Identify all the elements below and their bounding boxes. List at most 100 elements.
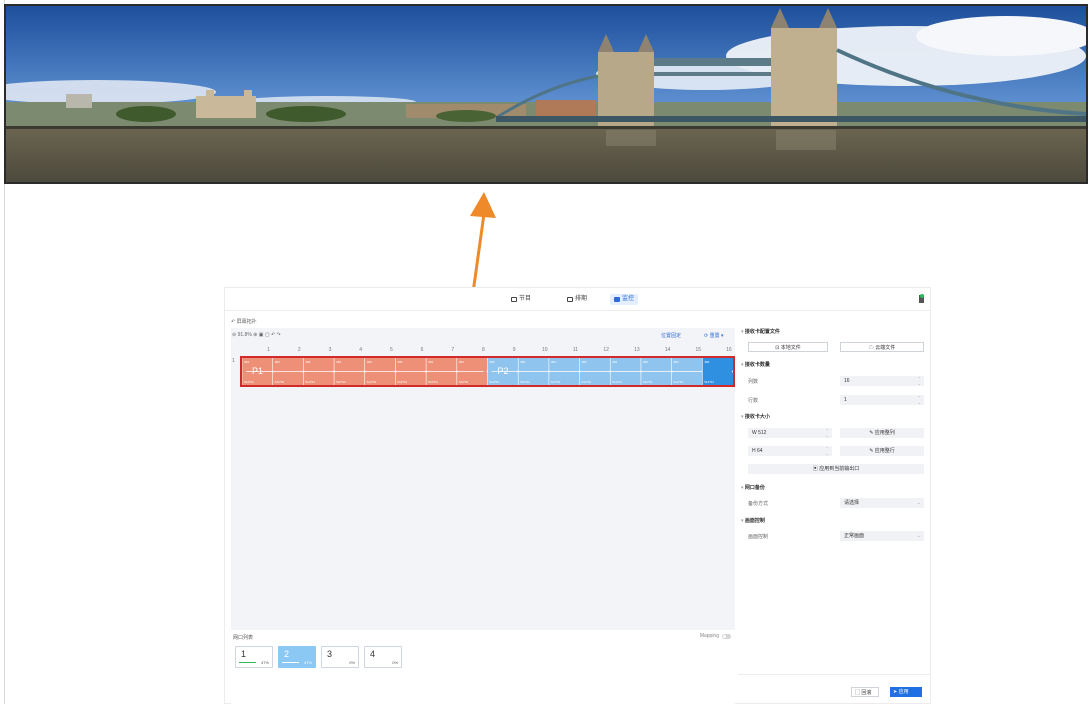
picture-control-select[interactable]: 正常画面 ⌄: [840, 531, 924, 541]
rows-input[interactable]: 1 ⌃ ⌄: [840, 395, 924, 405]
apply-column-button[interactable]: ✎ 应用整列: [840, 428, 924, 438]
cloud-file-label: 云端文件: [875, 345, 896, 351]
output-progress-bar: [282, 662, 299, 663]
receiver-card-strip[interactable]: 384 512*64 384 512*64 384 512*64 384 512*64 384 5…: [240, 356, 735, 387]
apply-row-label: 应用整行: [874, 448, 895, 454]
ruler-column-label: 16: [726, 347, 732, 353]
output-card-3[interactable]: 3 0%: [321, 646, 359, 668]
tab-schedule-label: 排期: [575, 296, 588, 302]
ruler-column-label: 6: [420, 347, 424, 353]
receiver-card-size-label: 512*64: [397, 380, 407, 384]
monitor-icon: [511, 297, 517, 302]
picture-control-value: 正常画面: [844, 533, 865, 539]
panel-toggle-icon[interactable]: [919, 294, 924, 303]
local-file-label: 本地文件: [780, 345, 801, 351]
rows-value: 1: [844, 397, 847, 403]
arrow-head: [470, 192, 496, 218]
mapping-label: Mapping: [699, 633, 719, 639]
backup-mode-select[interactable]: 请选择 ⌄: [840, 498, 924, 508]
width-value: W 512: [752, 430, 767, 436]
output-progress-bar: [239, 662, 256, 663]
rollback-button[interactable]: ▢ 回滚: [851, 687, 879, 697]
ruler-column-label: 15: [695, 347, 702, 353]
apply-button[interactable]: ➤ 应用: [890, 687, 922, 697]
output-card-4[interactable]: 4 0%: [364, 646, 402, 668]
picture-section-title: 画面控制: [741, 517, 765, 524]
back-link[interactable]: ↶ 屏幕拓扑: [231, 318, 257, 325]
tab-schedule[interactable]: 排期: [563, 294, 591, 305]
output-card-1[interactable]: 1 47%: [235, 646, 273, 668]
apply-output-label: 应用到当前输出口: [819, 466, 860, 472]
tab-monitor-label: 监控: [622, 296, 635, 302]
width-stepper-icon[interactable]: ⌃ ⌄: [826, 428, 829, 438]
backup-mode-label: 备份方式: [748, 501, 769, 507]
mapping-toggle[interactable]: [722, 633, 731, 639]
output-number: 2: [284, 649, 290, 659]
cols-input[interactable]: 16 ⌃ ⌄: [840, 376, 924, 386]
output-number: 3: [327, 649, 333, 659]
cols-stepper-icon[interactable]: ⌃ ⌄: [918, 376, 921, 386]
receiver-card-grid: 384 512*64 384 512*64 384 512*64 384 512*64 384 5…: [242, 358, 733, 385]
output-port-list: 网口列表 Mapping 1 47% 2 47% 3 0% 4 0%: [231, 630, 735, 705]
ruler-column-label: 10: [542, 347, 548, 353]
receiver-card-top-label: 384: [643, 360, 648, 364]
output-percent: 0%: [392, 660, 398, 665]
apply-row-button[interactable]: ✎ 应用整行: [840, 446, 924, 456]
receiver-section-label: P1: [252, 366, 263, 376]
monitor-screen-icon: [614, 297, 620, 302]
ruler-column-label: 1: [267, 347, 270, 353]
receiver-card-size-label: 512*64: [704, 380, 714, 384]
receiver-card-size-label: 512*64: [490, 380, 500, 384]
receiver-card-top-label: 384: [612, 360, 617, 364]
apply-output-button[interactable]: ▣ 应用到当前输出口: [748, 464, 924, 474]
reset-view-button[interactable]: ⟳ 重置 ▾: [704, 332, 724, 339]
local-file-button[interactable]: ⊡ 本地文件: [748, 342, 828, 352]
output-percent: 47%: [260, 660, 269, 665]
receiver-card-size-label: 512*64: [367, 380, 377, 384]
tab-program[interactable]: 节目: [507, 294, 535, 305]
height-value: H 64: [752, 448, 763, 454]
height-input[interactable]: H 64 ⌃ ⌄: [748, 446, 832, 456]
cloud-file-button[interactable]: ☁ 云端文件: [840, 342, 924, 352]
zoom-level: 91.8%: [237, 332, 252, 338]
card-count-section-title: 接收卡数量: [741, 361, 770, 368]
chevron-down-icon: ⌄: [916, 533, 921, 539]
tab-monitor[interactable]: 监控: [610, 294, 639, 305]
receiver-card-size-label: 512*64: [674, 380, 684, 384]
ruler-column-label: 9: [512, 347, 516, 353]
ruler-column-label: 8: [482, 347, 485, 353]
column-ruler: 1 2 3 4 5 6 7 8 9 10 11 12 13 14 15 16: [241, 347, 735, 355]
rows-label: 行数: [748, 398, 759, 404]
ruler-column-label: 2: [297, 347, 301, 353]
chevron-down-icon: ⌄: [916, 500, 921, 506]
output-percent: 0%: [349, 660, 355, 665]
ruler-column-label: 7: [451, 347, 455, 353]
picture-control-label: 画面控制: [748, 534, 769, 540]
receiver-card-size-label: 512*64: [612, 380, 622, 384]
apply-label: 应用: [898, 689, 909, 695]
row-ruler: 1: [232, 358, 235, 364]
tab-program-label: 节目: [519, 296, 532, 302]
topology-canvas[interactable]: ⊖ 91.8% ⊕ ▣ ▢ ↶ ↷ 位置固定 ⟳ 重置 ▾ 1234567891…: [231, 328, 735, 630]
receiver-card-top-label: 384: [244, 360, 249, 364]
output-card-2[interactable]: 2 47%: [278, 646, 316, 668]
receiver-card-top-label: 384: [704, 360, 709, 364]
width-input[interactable]: W 512 ⌃ ⌄: [748, 428, 832, 438]
receiver-card-top-label: 384: [305, 360, 310, 364]
tower-bridge-panorama: [6, 6, 1086, 182]
mapping-control[interactable]: Mapping: [700, 633, 731, 639]
receiver-card-size-label: 512*64: [275, 380, 285, 384]
receiver-card-top-label: 384: [582, 360, 587, 364]
height-stepper-icon[interactable]: ⌃ ⌄: [826, 446, 829, 456]
receiver-card-size-label: 512*64: [244, 380, 254, 384]
rows-stepper-icon[interactable]: ⌃ ⌄: [918, 395, 921, 405]
receiver-card-top-label: 384: [551, 360, 556, 364]
locate-button[interactable]: 位置固定: [661, 332, 681, 339]
rollback-label: 回滚: [861, 690, 872, 696]
ruler-column-label: 14: [664, 347, 671, 353]
calendar-icon: [567, 297, 573, 302]
ruler-column-label: 5: [389, 347, 393, 353]
led-config-app: 节目 排期 监控 ↶ 屏幕拓扑 ⊖ 91.8% ⊕ ▣ ▢ ↶ ↷ 位置固定 ⟳…: [224, 287, 931, 705]
zoom-controls[interactable]: ⊖ 91.8% ⊕ ▣ ▢ ↶ ↷: [232, 332, 281, 338]
cols-value: 16: [844, 378, 850, 384]
